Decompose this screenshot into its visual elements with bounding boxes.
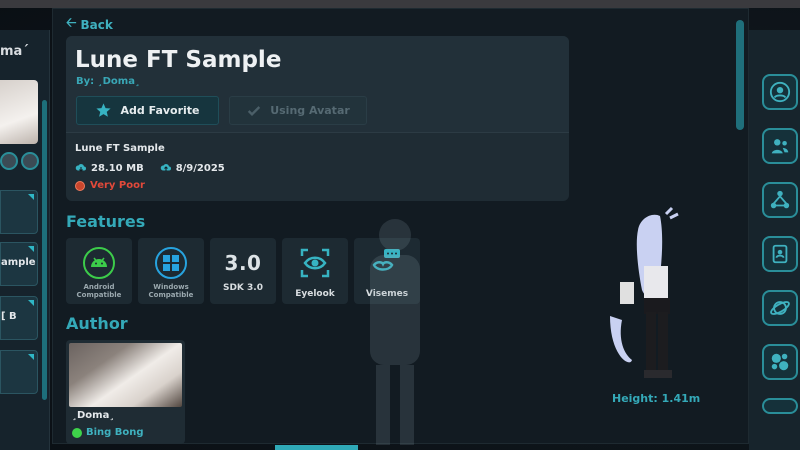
feature-label: Android Compatible bbox=[76, 283, 122, 299]
feature-windows[interactable]: Windows Compatible bbox=[138, 238, 204, 304]
avatar-info-row: 28.10 MB 8/9/2025 bbox=[75, 162, 225, 174]
planet-icon bbox=[770, 301, 790, 315]
left-panel-card[interactable]: [ B bbox=[0, 296, 38, 340]
author-name: ¸Doma¸ bbox=[72, 410, 115, 421]
author-card[interactable]: ¸Doma¸ Bing Bong bbox=[66, 340, 185, 444]
download-cloud-icon bbox=[75, 164, 86, 172]
background-figure bbox=[370, 219, 420, 445]
eyelook-icon bbox=[298, 246, 332, 280]
badge-icon bbox=[0, 152, 18, 170]
left-panel-card[interactable]: ample bbox=[0, 242, 38, 286]
windows-icon bbox=[154, 246, 188, 280]
feature-sdk[interactable]: 3.0 SDK 3.0 bbox=[210, 238, 276, 304]
author-link[interactable]: By: ¸Doma¸ bbox=[76, 76, 140, 87]
divider bbox=[66, 132, 569, 133]
sdk-version-number: 3.0 bbox=[224, 251, 262, 275]
feature-android[interactable]: Android Compatible bbox=[66, 238, 132, 304]
add-favorite-label: Add Favorite bbox=[120, 104, 200, 117]
badge-icon bbox=[21, 152, 39, 170]
upload-date: 8/9/2025 bbox=[160, 162, 225, 174]
left-panel-title: ma´ bbox=[0, 44, 29, 59]
bottom-tab-indicator bbox=[275, 445, 358, 450]
performance-rating: Very Poor bbox=[75, 180, 145, 191]
android-icon bbox=[82, 246, 116, 280]
left-panel-scrollbar[interactable] bbox=[42, 100, 47, 400]
left-card-text: ample bbox=[1, 257, 36, 268]
add-favorite-button[interactable]: Add Favorite bbox=[76, 96, 219, 125]
network-icon bbox=[770, 190, 790, 209]
left-background-panel: ma´ ample [ B bbox=[0, 30, 50, 450]
side-worlds-button[interactable] bbox=[762, 290, 798, 326]
avatar-book-icon bbox=[772, 244, 788, 264]
left-card-text: [ B bbox=[1, 311, 17, 322]
back-label: Back bbox=[80, 18, 113, 32]
side-groups-button[interactable] bbox=[762, 182, 798, 218]
author-avatar bbox=[69, 343, 182, 407]
performance-label: Very Poor bbox=[90, 180, 145, 191]
profile-icon bbox=[769, 81, 791, 103]
checkmark-icon bbox=[248, 105, 261, 116]
author-status: Bing Bong bbox=[72, 427, 144, 438]
avatar-preview[interactable] bbox=[600, 206, 700, 386]
left-panel-thumbnail[interactable] bbox=[0, 80, 38, 144]
author-status-text: Bing Bong bbox=[86, 427, 144, 438]
corner-marker-icon bbox=[28, 194, 34, 200]
upload-cloud-icon bbox=[160, 164, 171, 171]
using-avatar-button[interactable]: Using Avatar bbox=[229, 96, 367, 125]
left-panel-card[interactable] bbox=[0, 190, 38, 234]
features-title: Features bbox=[66, 212, 146, 231]
feature-eyelook[interactable]: Eyelook bbox=[282, 238, 348, 304]
dialog-scrollbar[interactable] bbox=[736, 20, 744, 130]
top-strip bbox=[0, 0, 800, 8]
corner-marker-icon bbox=[28, 246, 34, 252]
corner-marker-icon bbox=[28, 354, 34, 360]
social-icon bbox=[771, 139, 789, 154]
using-avatar-label: Using Avatar bbox=[270, 104, 350, 117]
back-button[interactable]: 🡠 Back bbox=[66, 14, 113, 36]
side-profile-button[interactable] bbox=[762, 74, 798, 110]
upload-date-value: 8/9/2025 bbox=[175, 162, 225, 174]
online-status-icon bbox=[72, 427, 82, 438]
file-size-value: 28.10 MB bbox=[91, 162, 144, 174]
performance-icon bbox=[75, 180, 85, 191]
star-icon bbox=[96, 103, 112, 117]
corner-marker-icon bbox=[28, 300, 34, 306]
side-expressions-button[interactable] bbox=[762, 344, 798, 380]
side-avatars-button[interactable] bbox=[762, 236, 798, 272]
feature-label: Windows Compatible bbox=[148, 283, 194, 299]
author-title: Author bbox=[66, 314, 128, 333]
side-social-button[interactable] bbox=[762, 128, 798, 164]
back-arrow-icon: 🡠 bbox=[66, 16, 77, 31]
page-title: Lune FT Sample bbox=[75, 47, 282, 73]
feature-label: SDK 3.0 bbox=[222, 283, 263, 293]
file-size: 28.10 MB bbox=[75, 162, 144, 174]
side-more-button[interactable] bbox=[762, 398, 798, 414]
feature-label: Eyelook bbox=[295, 289, 335, 299]
avatar-header-card: Lune FT Sample By: ¸Doma¸ Add Favorite U… bbox=[66, 36, 569, 201]
left-panel-card[interactable] bbox=[0, 350, 38, 394]
emotes-icon bbox=[771, 353, 789, 371]
left-panel-badges bbox=[0, 152, 39, 170]
avatar-name: Lune FT Sample bbox=[75, 143, 165, 154]
avatar-height: Height: 1.41m bbox=[612, 392, 701, 405]
